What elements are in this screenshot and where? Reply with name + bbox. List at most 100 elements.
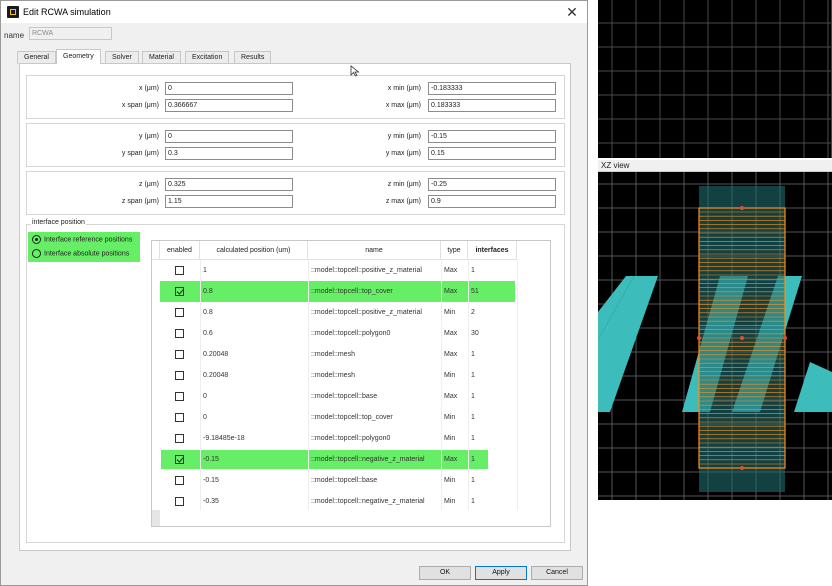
region-handle — [740, 206, 744, 210]
enabled-checkbox[interactable] — [175, 329, 184, 338]
y-span-label: y span (μm) — [121, 150, 159, 157]
cell-type: Max — [444, 267, 458, 274]
z-max-input[interactable]: 0.9 — [428, 195, 556, 208]
enabled-checkbox[interactable] — [175, 287, 184, 296]
close-button[interactable]: ✕ — [563, 3, 581, 21]
name-field[interactable]: RCWA — [29, 27, 112, 40]
enabled-checkbox[interactable] — [175, 392, 184, 401]
cell-type: Min — [444, 435, 456, 442]
cell-name: ::model::topcell::polygon0 — [311, 330, 391, 337]
cell-name: ::model::topcell::polygon0 — [311, 435, 391, 442]
col-divider — [308, 260, 309, 510]
z-input[interactable]: 0.325 — [165, 178, 293, 191]
cell-position: 0.8 — [203, 309, 213, 316]
y-label: y (μm) — [139, 133, 159, 140]
cell-name: ::model::topcell::positive_z_material — [311, 309, 422, 316]
radio-reference-positions[interactable]: Interface reference positions — [32, 235, 132, 244]
interface-position-legend: interface position — [31, 219, 86, 226]
table-row[interactable]: -0.15::model::topcell::base Min 1 — [152, 470, 550, 491]
x-input[interactable]: 0 — [165, 82, 293, 95]
xz-view-title: XZ view — [601, 161, 630, 170]
cell-interfaces: 1 — [471, 393, 475, 400]
table-row[interactable]: -0.35::model::topcell::negative_z_materi… — [152, 491, 550, 512]
y-min-input[interactable]: -0.15 — [428, 130, 556, 143]
col-type[interactable]: type — [441, 241, 468, 260]
table-row[interactable]: 0.20048::model::mesh Max 1 — [152, 344, 550, 365]
cell-position: 0.6 — [203, 330, 213, 337]
cell-type: Min — [444, 414, 456, 421]
cell-interfaces: 1 — [471, 435, 475, 442]
cell-type: Max — [444, 330, 458, 337]
col-divider — [468, 260, 469, 510]
row-header-corner — [152, 241, 160, 260]
enabled-checkbox[interactable] — [175, 308, 184, 317]
table-row[interactable]: -0.15::model::topcell::negative_z_materi… — [152, 449, 550, 470]
cell-position: -0.15 — [203, 477, 219, 484]
cell-type: Max — [444, 351, 458, 358]
region-handle — [783, 336, 787, 340]
ok-button[interactable]: OK — [419, 566, 471, 580]
enabled-checkbox[interactable] — [175, 497, 184, 506]
table-row[interactable]: 0.8::model::topcell::positive_z_material… — [152, 302, 550, 323]
table-row[interactable]: -9.18485e-18::model::topcell::polygon0 Mi… — [152, 428, 550, 449]
x-span-input[interactable]: 0.366667 — [165, 99, 293, 112]
table-row[interactable]: 0.8::model::topcell::top_cover Max 51 — [152, 281, 550, 302]
cell-type: Max — [444, 288, 458, 295]
cell-name: ::model::topcell::base — [311, 393, 378, 400]
y-max-input[interactable]: 0.15 — [428, 147, 556, 160]
cell-type: Min — [444, 309, 456, 316]
y-span-input[interactable]: 0.3 — [165, 147, 293, 160]
apply-button[interactable]: Apply — [475, 566, 527, 580]
z-min-label: z min (μm) — [387, 181, 421, 188]
title-bar: Edit RCWA simulation ✕ — [1, 1, 587, 23]
z-span-label: z span (μm) — [121, 198, 159, 205]
enabled-checkbox[interactable] — [175, 455, 184, 464]
table-row[interactable]: 0::model::topcell::top_cover Min 1 — [152, 407, 550, 428]
cell-type: Max — [444, 393, 458, 400]
table-row[interactable]: 0::model::topcell::base Max 1 — [152, 386, 550, 407]
tab-geometry[interactable]: Geometry — [56, 49, 101, 64]
region-handle — [740, 336, 744, 340]
x-max-input[interactable]: 0.183333 — [428, 99, 556, 112]
col-enabled[interactable]: enabled — [160, 241, 200, 260]
z-min-input[interactable]: -0.25 — [428, 178, 556, 191]
radio-absolute-positions[interactable]: Interface absolute positions — [32, 249, 129, 258]
table-row[interactable]: 0.20048::model::mesh Min 1 — [152, 365, 550, 386]
cell-interfaces: 1 — [471, 498, 475, 505]
table-row[interactable]: 0.6::model::topcell::polygon0 Max 30 — [152, 323, 550, 344]
cell-name: ::model::topcell::top_cover — [311, 288, 393, 295]
x-span-label: x span (μm) — [121, 102, 159, 109]
cell-position: -0.15 — [203, 456, 219, 463]
enabled-checkbox[interactable] — [175, 413, 184, 422]
radio-absolute-label: Interface absolute positions — [44, 250, 130, 258]
x-min-input[interactable]: -0.183333 — [428, 82, 556, 95]
col-divider — [200, 260, 201, 510]
cell-type: Min — [444, 372, 456, 379]
y-input[interactable]: 0 — [165, 130, 293, 143]
enabled-checkbox[interactable] — [175, 266, 184, 275]
y-min-label: y min (μm) — [387, 133, 421, 140]
table-row[interactable]: 1::model::topcell::positive_z_material Ma… — [152, 260, 550, 281]
cell-interfaces: 2 — [471, 309, 475, 316]
enabled-checkbox[interactable] — [175, 371, 184, 380]
enabled-checkbox[interactable] — [175, 476, 184, 485]
enabled-checkbox[interactable] — [175, 350, 184, 359]
cancel-button[interactable]: Cancel — [531, 566, 583, 580]
cell-interfaces: 1 — [471, 351, 475, 358]
col-name[interactable]: name — [308, 241, 441, 260]
enabled-checkbox[interactable] — [175, 434, 184, 443]
cell-position: 0.20048 — [203, 372, 229, 379]
cell-name: ::model::mesh — [311, 351, 355, 358]
col-interfaces[interactable]: interfaces — [468, 241, 517, 260]
z-span-input[interactable]: 1.15 — [165, 195, 293, 208]
cell-interfaces: 51 — [471, 288, 479, 295]
cell-name: ::model::topcell::negative_z_material — [311, 498, 425, 505]
col-calculated-position[interactable]: calculated position (um) — [200, 241, 308, 260]
cell-position: 0.8 — [203, 288, 213, 295]
cell-position: 0 — [203, 393, 207, 400]
top-view-canvas[interactable] — [598, 0, 832, 158]
cell-name: ::model::mesh — [311, 372, 355, 379]
table-horizontal-scrollbar[interactable] — [152, 510, 550, 526]
table-scroll-corner — [152, 510, 160, 526]
xz-view-canvas[interactable] — [598, 172, 832, 500]
